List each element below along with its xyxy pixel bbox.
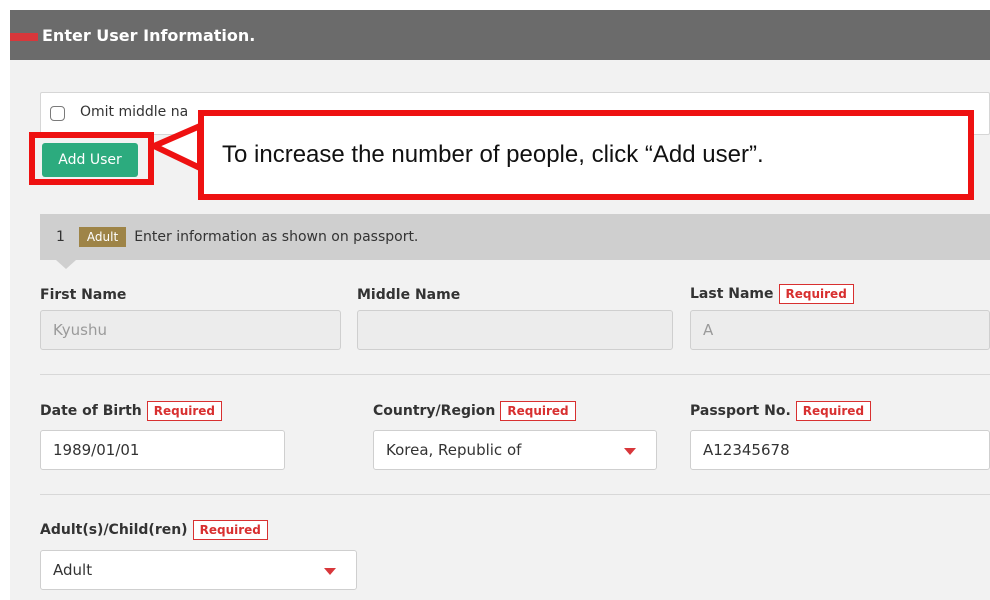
required-badge: Required	[778, 284, 854, 304]
adult-child-value: Adult	[53, 561, 93, 579]
date-of-birth-label-text: Date of Birth	[40, 403, 142, 419]
required-badge: Required	[146, 401, 223, 421]
first-name-label: First Name	[40, 287, 126, 303]
required-badge: Required	[192, 520, 268, 540]
add-user-highlight	[29, 132, 154, 185]
omit-middle-name-checkbox[interactable]	[50, 106, 65, 121]
last-name-field[interactable]: A	[690, 310, 990, 350]
middle-name-field[interactable]	[357, 310, 673, 350]
page: Enter User Information. Omit middle na A…	[0, 0, 990, 600]
country-region-value: Korea, Republic of	[386, 441, 522, 459]
dropdown-arrow-icon	[624, 448, 636, 455]
person-header-notch	[56, 260, 76, 269]
dropdown-arrow-icon	[324, 568, 336, 575]
person-header: 1 Adult Enter information as shown on pa…	[40, 214, 990, 260]
adult-child-label: Adult(s)/Child(ren) Required	[40, 520, 268, 540]
passport-no-label-text: Passport No.	[690, 403, 791, 419]
omit-middle-name-label: Omit middle na	[80, 104, 189, 120]
header-accent-bar	[10, 33, 38, 41]
divider	[40, 494, 990, 495]
middle-name-label-text: Middle Name	[357, 287, 461, 303]
middle-name-label: Middle Name	[357, 287, 460, 303]
last-name-value: A	[703, 321, 714, 339]
date-of-birth-value: 1989/01/01	[53, 441, 140, 459]
passport-no-input[interactable]: A12345678	[690, 430, 990, 470]
person-number: 1	[56, 229, 65, 245]
first-name-value: Kyushu	[53, 321, 107, 339]
first-name-label-text: First Name	[40, 287, 127, 303]
callout-box: To increase the number of people, click …	[198, 110, 974, 200]
date-of-birth-input[interactable]: 1989/01/01	[40, 430, 285, 470]
required-badge: Required	[795, 401, 872, 421]
section-title: Enter User Information.	[42, 25, 256, 45]
passport-no-value: A12345678	[703, 441, 790, 459]
country-region-label-text: Country/Region	[373, 403, 496, 419]
callout-text: To increase the number of people, click …	[222, 141, 764, 168]
last-name-label-text: Last Name	[690, 286, 774, 302]
adult-badge: Adult	[78, 227, 127, 247]
last-name-label: Last Name Required	[690, 284, 854, 304]
first-name-field[interactable]: Kyushu	[40, 310, 341, 350]
adult-child-label-text: Adult(s)/Child(ren)	[40, 522, 188, 538]
divider	[40, 374, 990, 375]
country-region-label: Country/Region Required	[373, 401, 576, 421]
passport-no-label: Passport No. Required	[690, 401, 872, 421]
section-header: Enter User Information.	[10, 10, 990, 60]
country-region-select[interactable]: Korea, Republic of	[373, 430, 657, 470]
adult-child-select[interactable]: Adult	[40, 550, 357, 590]
required-badge: Required	[500, 401, 576, 421]
date-of-birth-label: Date of Birth Required	[40, 401, 223, 421]
passport-note: Enter information as shown on passport.	[134, 229, 419, 245]
